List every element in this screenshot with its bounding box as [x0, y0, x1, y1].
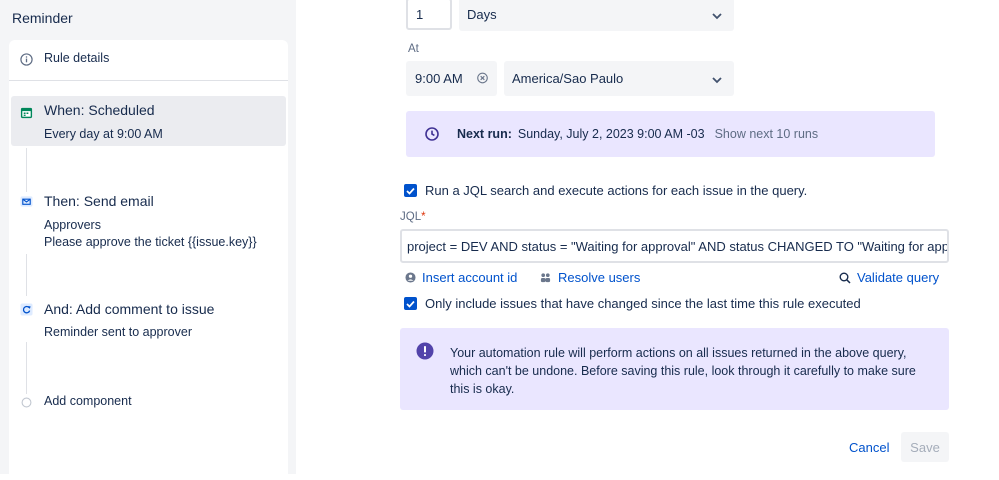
connector-line: [26, 342, 27, 394]
action-comment-subtitle: Reminder sent to approver: [44, 325, 192, 339]
rule-component-list: Rule details When: Scheduled Every day a…: [9, 40, 288, 480]
users-icon: [540, 273, 551, 283]
rule-details-label: Rule details: [44, 51, 110, 65]
rule-sidebar: Reminder Rule details When: Scheduled Ev…: [0, 0, 296, 480]
save-button[interactable]: Save: [901, 432, 949, 462]
action-send-email-item[interactable]: Then: Send email Approvers Please approv…: [9, 190, 288, 254]
warning-icon: [416, 342, 434, 365]
timezone-select[interactable]: America/Sao Paulo: [504, 61, 734, 96]
interval-unit-select[interactable]: Days: [459, 0, 734, 31]
add-component-item[interactable]: Add component: [9, 392, 288, 414]
run-jql-checkbox[interactable]: [404, 184, 417, 197]
run-jql-label: Run a JQL search and execute actions for…: [425, 183, 808, 198]
next-run-label: Next run:: [457, 127, 512, 141]
required-mark: *: [421, 211, 426, 223]
time-input[interactable]: 9:00 AM: [406, 61, 497, 96]
interval-unit-value: Days: [467, 7, 497, 22]
jql-label-text: JQL: [400, 211, 422, 223]
validate-query-label: Validate query: [857, 270, 940, 285]
resolve-users-link[interactable]: Resolve users: [539, 270, 640, 285]
next-run-banner: Next run: Sunday, July 2, 2023 9:00 AM -…: [406, 111, 935, 157]
person-icon: [405, 272, 416, 283]
timezone-value: America/Sao Paulo: [512, 71, 624, 86]
at-label: At: [408, 43, 419, 55]
trigger-title: When: Scheduled: [44, 102, 155, 118]
time-value: 9:00 AM: [415, 71, 463, 86]
insert-account-id-label: Insert account id: [422, 270, 518, 285]
connector-line: [26, 254, 27, 296]
add-circle-icon: [19, 395, 33, 409]
validate-query-link[interactable]: Validate query: [839, 270, 939, 285]
only-changed-label: Only include issues that have changed si…: [425, 296, 861, 311]
only-changed-checkbox-row[interactable]: Only include issues that have changed si…: [404, 296, 861, 311]
interval-value: 1: [416, 6, 424, 22]
cancel-button[interactable]: Cancel: [841, 433, 897, 461]
jql-input[interactable]: project = DEV AND status = "Waiting for …: [400, 229, 949, 263]
warning-text: Your automation rule will perform action…: [450, 346, 916, 396]
calendar-icon: [19, 105, 33, 119]
action-email-title: Then: Send email: [44, 193, 154, 209]
insert-account-id-link[interactable]: Insert account id: [405, 270, 517, 285]
run-jql-checkbox-row[interactable]: Run a JQL search and execute actions for…: [404, 183, 807, 198]
jql-value: project = DEV AND status = "Waiting for …: [407, 238, 949, 254]
warning-banner: Your automation rule will perform action…: [400, 328, 949, 410]
jql-label: JQL*: [400, 211, 426, 223]
next-run-value: Sunday, July 2, 2023 9:00 AM -03: [517, 127, 705, 141]
action-comment-title: And: Add comment to issue: [44, 301, 215, 317]
connector-line: [26, 148, 27, 192]
action-add-comment-item[interactable]: And: Add comment to issue Reminder sent …: [9, 298, 288, 342]
info-icon: [19, 52, 33, 66]
action-email-subject: Please approve the ticket {{issue.key}}: [44, 235, 257, 249]
chevron-down-icon: [712, 71, 722, 86]
divider: [9, 80, 288, 81]
email-icon: [19, 194, 33, 208]
chevron-down-icon: [712, 7, 722, 22]
trigger-scheduled-item[interactable]: When: Scheduled Every day at 9:00 AM: [11, 96, 286, 146]
rule-details-item[interactable]: Rule details: [9, 48, 288, 72]
comment-refresh-icon: [19, 302, 33, 316]
only-changed-checkbox[interactable]: [404, 297, 417, 310]
interval-number-input[interactable]: 1: [406, 0, 452, 30]
clock-icon: [425, 127, 439, 141]
show-next-runs-link[interactable]: Show next 10 runs: [715, 127, 819, 141]
rule-name: Reminder: [12, 10, 73, 26]
action-email-recipients: Approvers: [44, 218, 101, 232]
resolve-users-label: Resolve users: [558, 270, 641, 285]
trigger-subtitle: Every day at 9:00 AM: [44, 127, 163, 141]
clear-icon[interactable]: [477, 71, 488, 86]
search-icon: [839, 272, 851, 284]
add-component-label: Add component: [44, 394, 132, 408]
